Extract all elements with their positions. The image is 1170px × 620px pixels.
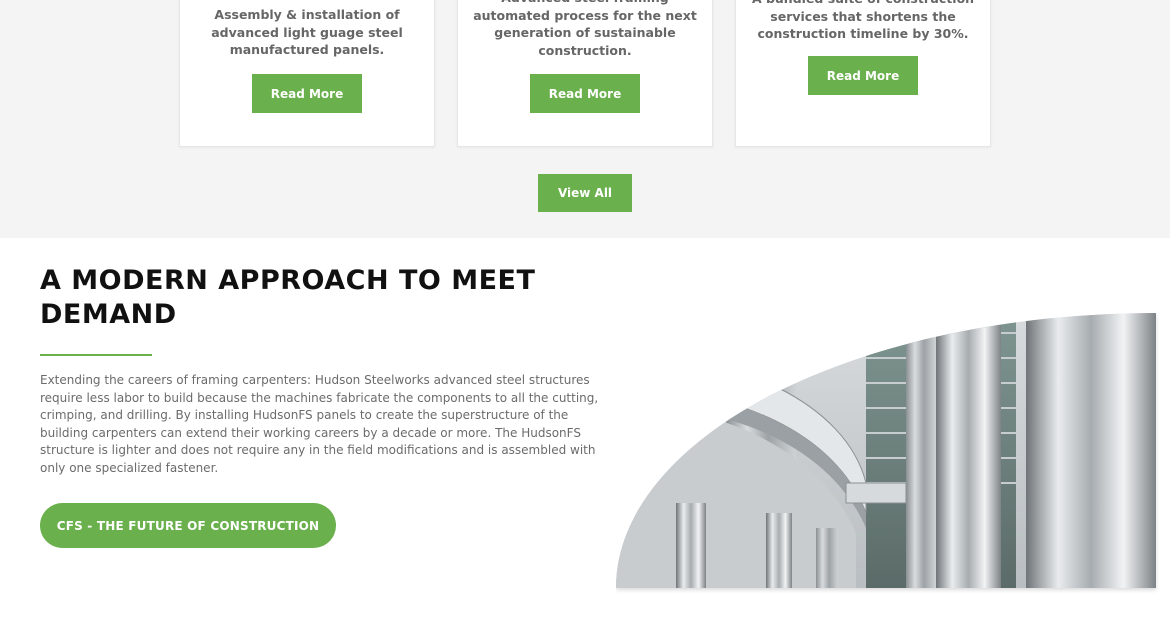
service-card-text: A bundled suite of construction services… xyxy=(752,0,974,41)
view-all-button[interactable]: View All xyxy=(538,174,632,212)
service-card-installation: Assembly & installation of advanced ligh… xyxy=(179,0,435,147)
service-card-text: Assembly & installation of advanced ligh… xyxy=(211,7,403,57)
services-section: Assembly & installation of advanced ligh… xyxy=(0,0,1170,238)
steel-architecture-photo xyxy=(616,313,1156,588)
service-card-framing: Advanced steel framing automated process… xyxy=(457,0,713,147)
read-more-button[interactable]: Read More xyxy=(808,56,918,95)
read-more-button[interactable]: Read More xyxy=(530,74,640,113)
heading-underline xyxy=(40,354,152,356)
service-card-text: Advanced steel framing automated process… xyxy=(473,0,697,58)
read-more-button[interactable]: Read More xyxy=(252,74,362,113)
cfs-future-button[interactable]: CFS - THE FUTURE OF CONSTRUCTION xyxy=(40,503,336,548)
service-card-construction: A bundled suite of construction services… xyxy=(735,0,991,147)
steel-building-illustration xyxy=(616,313,1156,588)
section-heading: A MODERN APPROACH TO MEET DEMAND xyxy=(40,265,536,330)
section-body-text: Extending the careers of framing carpent… xyxy=(40,373,599,475)
